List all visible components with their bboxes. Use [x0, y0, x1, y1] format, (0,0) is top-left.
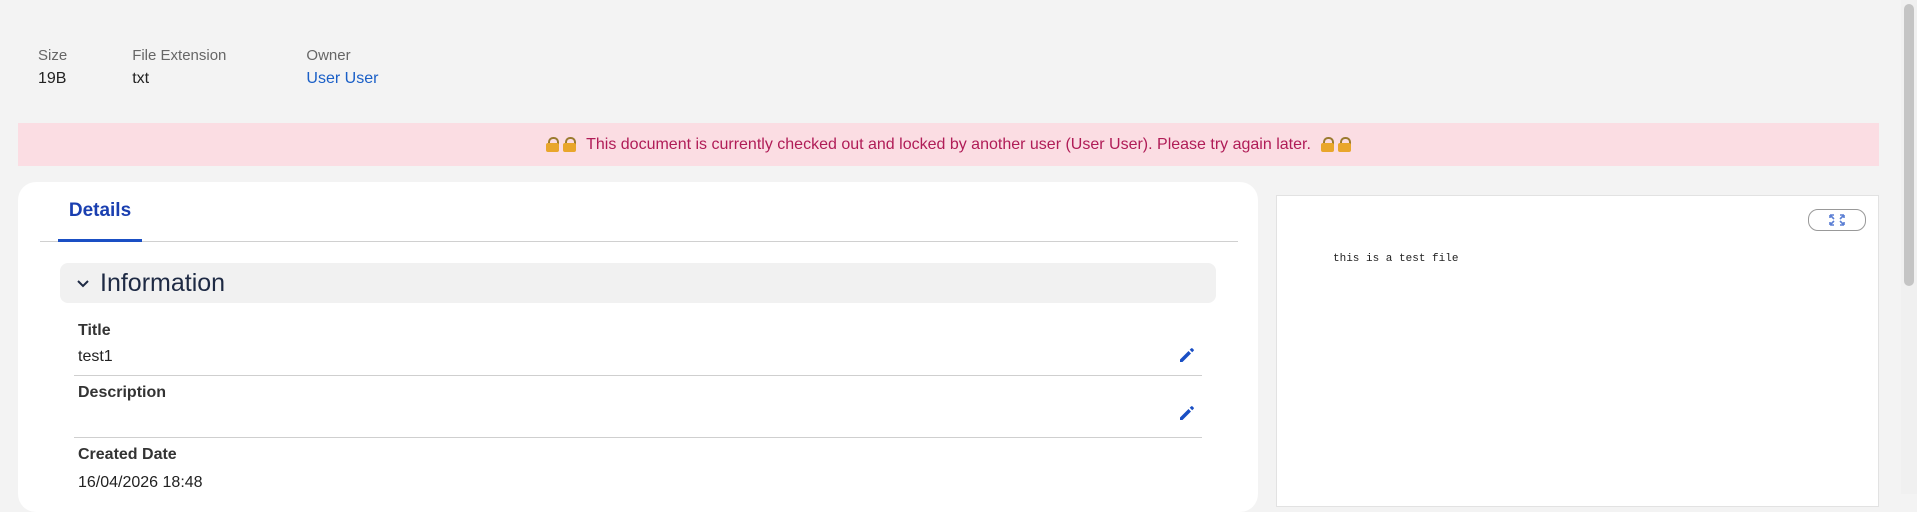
pencil-icon — [1180, 348, 1194, 362]
scrollbar-thumb[interactable] — [1904, 4, 1914, 286]
section-title: Information — [100, 268, 226, 297]
locked-warning-banner: This document is currently checked out a… — [18, 123, 1879, 166]
page-scrollbar[interactable] — [1901, 0, 1917, 494]
extension-value: txt — [132, 70, 150, 87]
edit-title-button[interactable] — [1176, 344, 1198, 366]
title-label: Title — [78, 322, 111, 339]
owner-label: Owner — [306, 47, 351, 64]
size-label: Size — [38, 47, 68, 64]
description-field: Description — [74, 384, 1202, 438]
pencil-icon — [1180, 406, 1194, 420]
title-field: Title test1 — [74, 322, 1202, 376]
tab-bar: Details — [40, 182, 1238, 242]
created-date-label: Created Date — [78, 446, 177, 463]
created-date-field: Created Date 16/04/2026 18:48 — [74, 446, 1202, 506]
lock-icon — [1320, 137, 1334, 152]
preview-content: this is a test file — [1333, 253, 1459, 265]
file-metadata: Size 19B File Extension txt Owner User U… — [38, 46, 458, 90]
created-date-value: 16/04/2026 18:48 — [78, 474, 203, 491]
owner-link[interactable]: User User — [306, 68, 378, 90]
fullscreen-button[interactable] — [1808, 209, 1866, 231]
owner-meta: Owner User User — [306, 46, 378, 90]
lock-icon — [563, 137, 577, 152]
lock-icon — [1337, 137, 1351, 152]
title-value: test1 — [78, 348, 113, 365]
edit-description-button[interactable] — [1176, 402, 1198, 424]
details-panel: Details Information Title test1 Descript… — [18, 182, 1258, 512]
expand-icon — [1829, 214, 1845, 226]
extension-meta: File Extension txt — [132, 46, 226, 90]
chevron-down-icon[interactable] — [72, 272, 94, 294]
information-section-header[interactable]: Information — [60, 263, 1216, 303]
banner-text: This document is currently checked out a… — [586, 135, 1311, 153]
extension-label: File Extension — [132, 47, 227, 64]
document-preview-panel: this is a test file — [1276, 195, 1879, 507]
tab-details[interactable]: Details — [58, 182, 142, 242]
size-meta: Size 19B — [38, 46, 67, 90]
description-label: Description — [78, 384, 167, 401]
size-value: 19B — [38, 70, 67, 87]
lock-icon — [546, 137, 560, 152]
